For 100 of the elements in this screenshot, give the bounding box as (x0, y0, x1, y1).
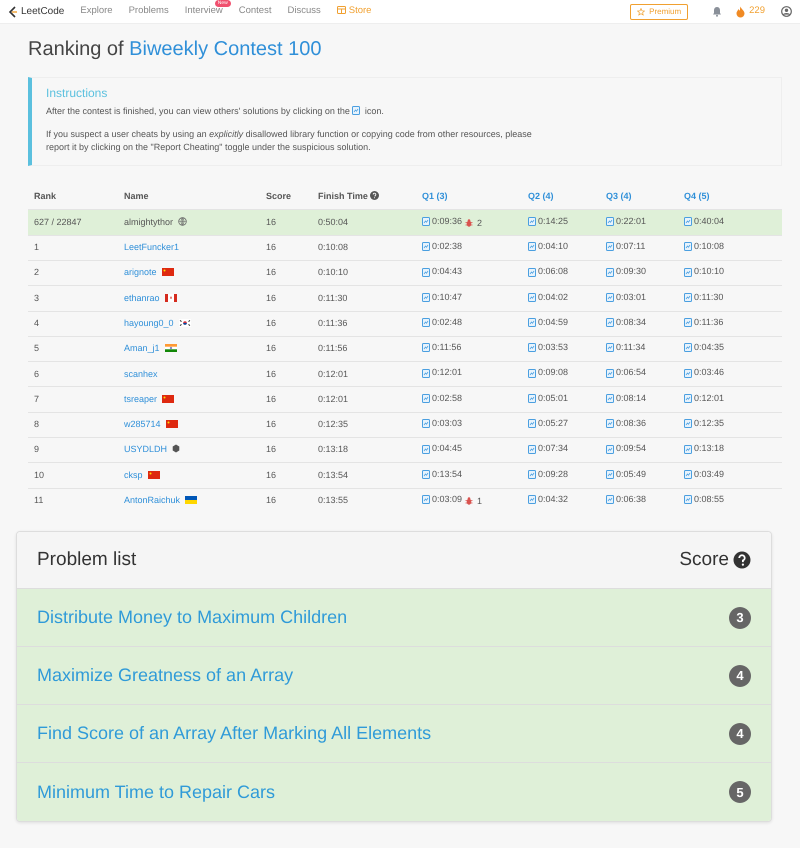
solution-icon (606, 268, 614, 276)
solution-link[interactable]: 0:11:56 (422, 341, 462, 355)
solution-icon (422, 242, 430, 252)
solution-link[interactable]: 0:03:53 (528, 341, 568, 355)
brand-logo[interactable]: LeetCode (8, 4, 64, 19)
solution-link[interactable]: 0:10:47 (422, 290, 462, 304)
solution-link[interactable]: 0:03:46 (684, 366, 724, 380)
solution-link[interactable]: 0:03:09 (422, 493, 462, 507)
solution-link[interactable]: 0:08:36 (606, 417, 646, 431)
solution-link[interactable]: 0:08:34 (606, 316, 646, 330)
score-badge: 5 (729, 781, 751, 804)
solution-link[interactable]: 0:08:14 (606, 392, 646, 406)
solution-icon (422, 368, 430, 378)
rank-cell: 4 (28, 311, 118, 336)
solution-icon (606, 318, 614, 328)
solution-icon (528, 343, 536, 352)
solution-link[interactable]: 0:05:27 (528, 417, 568, 431)
solution-link[interactable]: 0:12:01 (684, 392, 724, 406)
solution-link[interactable]: 0:11:34 (606, 341, 646, 355)
solution-icon (684, 419, 692, 428)
nav-link[interactable]: Contest (238, 5, 272, 16)
solution-icon (528, 216, 536, 226)
solution-link[interactable]: 0:09:54 (606, 442, 646, 456)
solution-icon (528, 470, 536, 479)
solution-link[interactable]: 0:11:36 (684, 316, 724, 330)
solution-icon (684, 318, 692, 328)
solution-link[interactable]: 0:04:32 (528, 493, 568, 507)
solution-icon (528, 368, 536, 378)
solution-link[interactable]: 0:10:10 (684, 265, 724, 279)
solution-link[interactable]: 0:02:58 (422, 392, 462, 406)
solution-icon (606, 419, 614, 428)
solution-link[interactable]: 0:05:01 (528, 392, 568, 406)
solution-link[interactable]: 0:02:38 (422, 240, 462, 254)
score-badge: 4 (729, 664, 751, 687)
solution-link[interactable]: 0:04:59 (528, 316, 568, 330)
finish-time-cell: 0:13:54 (312, 462, 416, 488)
solution-icon (684, 242, 692, 252)
solution-icon (684, 444, 692, 454)
solution-icon (352, 106, 360, 116)
solution-link[interactable]: 0:03:01 (606, 290, 646, 304)
solution-icon (422, 394, 430, 403)
solution-link[interactable]: 0:09:08 (528, 366, 568, 380)
solution-icon (684, 368, 692, 378)
solution-link[interactable]: 0:05:49 (606, 468, 646, 482)
flag-icon (164, 344, 177, 352)
store-icon (336, 6, 346, 14)
solution-link[interactable]: 0:03:49 (684, 468, 724, 482)
rank-cell: 11 (28, 488, 118, 514)
flag-icon (164, 294, 177, 302)
solution-link[interactable]: 0:03:03 (422, 417, 462, 431)
column-header: Q3 (4) (600, 184, 678, 210)
nav-link[interactable]: Discuss (287, 5, 321, 16)
solution-link[interactable]: 0:04:02 (528, 290, 568, 304)
solution-icon (606, 343, 614, 352)
solution-link[interactable]: 0:09:30 (606, 265, 646, 279)
solution-link[interactable]: 0:04:43 (422, 265, 462, 279)
score-cell: 16 (260, 235, 312, 260)
solution-link[interactable]: 0:13:54 (422, 468, 462, 482)
solution-link[interactable]: 0:10:08 (684, 240, 724, 254)
solution-icon (528, 242, 536, 252)
solution-link[interactable]: 0:09:28 (528, 468, 568, 482)
score-badge: 4 (729, 722, 751, 745)
solution-icon (606, 368, 614, 378)
solution-icon (606, 495, 614, 504)
solution-link[interactable]: 0:06:38 (606, 493, 646, 507)
solution-link[interactable]: 0:02:48 (422, 316, 462, 330)
nav-link[interactable]: Interview (184, 5, 223, 16)
solution-link[interactable]: 0:12:01 (422, 366, 462, 380)
solution-link[interactable]: 0:07:11 (606, 240, 646, 254)
solution-link[interactable]: 0:06:54 (606, 366, 646, 380)
score-cell: 16 (260, 260, 312, 286)
solution-link[interactable]: 0:04:35 (684, 341, 724, 355)
solution-icon (422, 495, 430, 504)
solution-link[interactable]: 0:04:45 (422, 442, 462, 456)
solution-link[interactable]: 0:11:30 (684, 290, 724, 304)
flag-icon (162, 394, 174, 403)
flag-icon (185, 496, 198, 504)
solution-link[interactable]: 0:07:34 (528, 442, 568, 456)
wrong-count: 1 (477, 496, 482, 506)
nav-link[interactable]: Problems (128, 5, 169, 16)
solution-link[interactable]: 0:08:55 (684, 493, 724, 507)
column-header: Score (260, 184, 312, 210)
bell-icon (712, 6, 722, 17)
score-cell: 16 (260, 286, 312, 312)
solution-icon (684, 470, 692, 479)
solution-link[interactable]: 0:12:35 (684, 417, 724, 431)
nav-link[interactable]: Explore (80, 5, 113, 16)
solution-icon (422, 216, 430, 226)
solution-link[interactable]: 0:04:10 (528, 240, 568, 254)
finish-time-cell: 0:12:35 (312, 412, 416, 438)
solution-link[interactable]: 0:13:18 (684, 442, 724, 456)
column-header: Q4 (5) (678, 184, 782, 210)
solution-link[interactable]: 0:09:36 (422, 214, 462, 228)
user-icon (781, 6, 792, 17)
rank-cell: 7 (28, 386, 118, 412)
solution-icon (528, 444, 536, 454)
column-header: Q1 (3) (416, 184, 522, 210)
solution-link[interactable]: 0:06:08 (528, 265, 568, 279)
rank-cell: 2 (28, 260, 118, 286)
flag-icon (166, 420, 178, 428)
